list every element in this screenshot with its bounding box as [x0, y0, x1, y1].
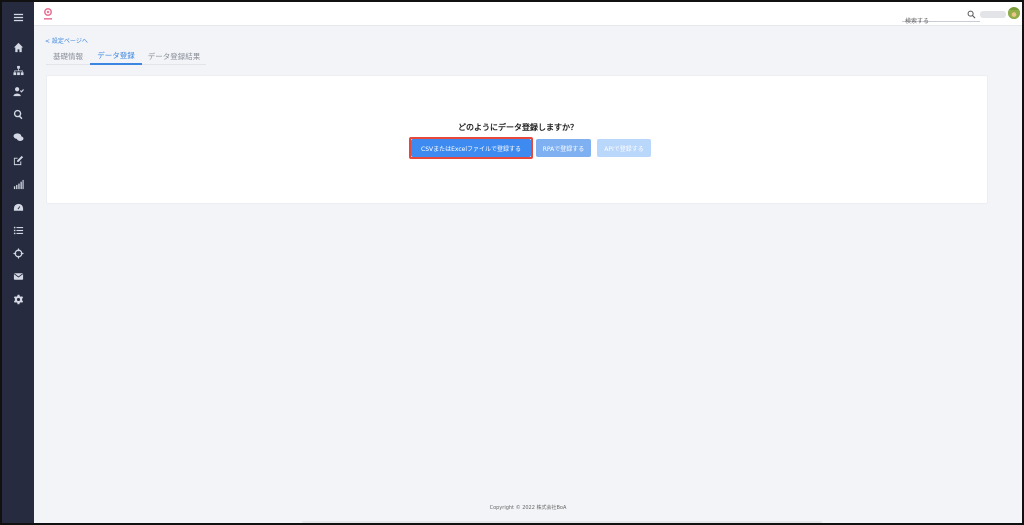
back-to-settings-link[interactable]: < 設定ページへ [45, 36, 88, 45]
dashboard-icon[interactable] [2, 198, 34, 216]
search-input[interactable] [902, 15, 966, 28]
tab-data-registration[interactable]: データ登録 [90, 47, 142, 65]
register-csv-excel-button[interactable]: CSVまたはExcelファイルで登録する [411, 139, 531, 157]
org-chart-icon[interactable] [2, 61, 34, 79]
user-name[interactable] [980, 11, 1006, 18]
registration-method-card: どのようにデータ登録しますか？ CSVまたはExcelファイルで登録する RPA… [46, 75, 988, 204]
chat-icon[interactable] [2, 128, 34, 146]
avatar-image [1008, 10, 1020, 19]
scroll-indicator [302, 521, 822, 523]
home-icon[interactable] [2, 38, 34, 56]
tab-registration-results[interactable]: データ登録結果 [143, 47, 205, 65]
avatar[interactable] [1008, 7, 1020, 19]
search-icon[interactable] [967, 10, 976, 19]
signal-icon[interactable] [2, 175, 34, 193]
top-header [34, 2, 1022, 28]
edit-icon[interactable] [2, 151, 34, 169]
register-api-button[interactable]: APIで登録する [597, 139, 651, 157]
register-rpa-button[interactable]: RPAで登録する [536, 139, 591, 157]
search-icon[interactable] [2, 105, 34, 123]
registration-question: どのようにデータ登録しますか？ [458, 123, 578, 132]
gear-icon[interactable] [2, 290, 34, 308]
user-check-icon[interactable] [2, 82, 34, 100]
tab-bar: 基礎情報 データ登録 データ登録結果 [46, 47, 206, 65]
tab-basic-info[interactable]: 基礎情報 [46, 47, 90, 65]
mail-icon[interactable] [2, 267, 34, 285]
list-icon[interactable] [2, 221, 34, 239]
copyright-footer: Copyright © 2022 株式会社BoA [489, 505, 567, 511]
crosshair-icon[interactable] [2, 244, 34, 262]
menu-icon[interactable] [2, 8, 34, 26]
sidebar [2, 2, 34, 523]
app-window: < 設定ページへ 基礎情報 データ登録 データ登録結果 どのようにデータ登録しま… [0, 0, 1024, 525]
logo-icon [43, 7, 53, 20]
